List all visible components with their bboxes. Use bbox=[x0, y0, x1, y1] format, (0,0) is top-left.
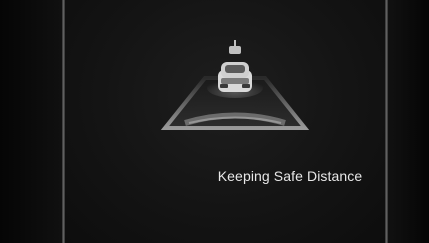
left-panel bbox=[0, 0, 62, 243]
car-shape bbox=[207, 40, 263, 98]
right-panel bbox=[388, 0, 429, 243]
safe-distance-car-icon bbox=[160, 40, 310, 130]
center-display: Keeping Safe Distance bbox=[65, 0, 385, 243]
display-screen: Keeping Safe Distance bbox=[0, 0, 429, 243]
